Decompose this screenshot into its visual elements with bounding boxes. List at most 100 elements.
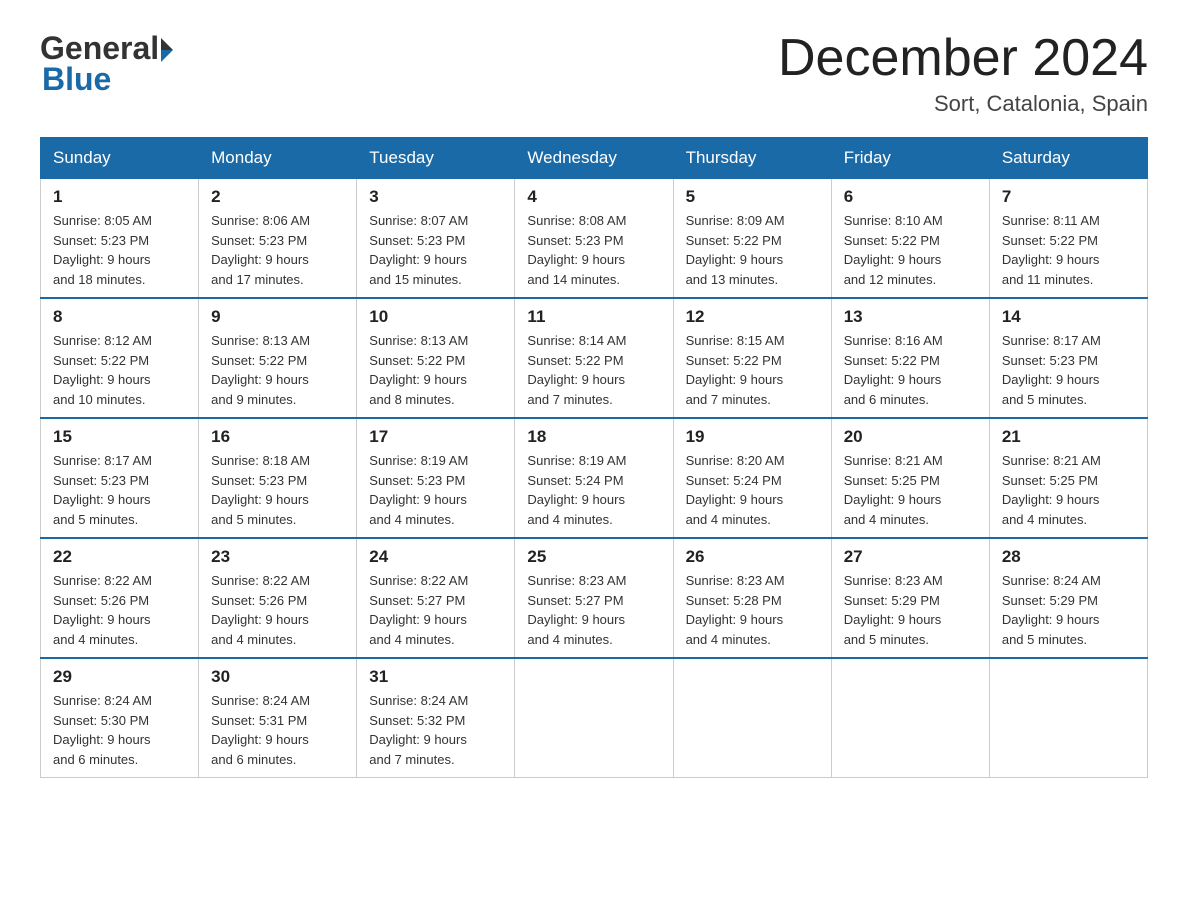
calendar-day-cell: 21 Sunrise: 8:21 AMSunset: 5:25 PMDaylig… <box>989 418 1147 538</box>
day-info: Sunrise: 8:22 AMSunset: 5:26 PMDaylight:… <box>211 573 310 647</box>
calendar-day-cell: 25 Sunrise: 8:23 AMSunset: 5:27 PMDaylig… <box>515 538 673 658</box>
day-number: 15 <box>53 427 186 447</box>
day-number: 7 <box>1002 187 1135 207</box>
day-info: Sunrise: 8:10 AMSunset: 5:22 PMDaylight:… <box>844 213 943 287</box>
day-number: 5 <box>686 187 819 207</box>
calendar-week-row: 1 Sunrise: 8:05 AMSunset: 5:23 PMDayligh… <box>41 179 1148 299</box>
calendar-day-header: Tuesday <box>357 138 515 179</box>
page-header: General Blue December 2024 Sort, Catalon… <box>40 30 1148 117</box>
day-number: 23 <box>211 547 344 567</box>
day-number: 29 <box>53 667 186 687</box>
day-number: 30 <box>211 667 344 687</box>
day-number: 20 <box>844 427 977 447</box>
calendar-day-cell: 9 Sunrise: 8:13 AMSunset: 5:22 PMDayligh… <box>199 298 357 418</box>
day-number: 4 <box>527 187 660 207</box>
day-number: 18 <box>527 427 660 447</box>
calendar-day-header: Saturday <box>989 138 1147 179</box>
day-info: Sunrise: 8:22 AMSunset: 5:27 PMDaylight:… <box>369 573 468 647</box>
calendar-table: SundayMondayTuesdayWednesdayThursdayFrid… <box>40 137 1148 778</box>
day-number: 12 <box>686 307 819 327</box>
day-info: Sunrise: 8:21 AMSunset: 5:25 PMDaylight:… <box>844 453 943 527</box>
day-number: 28 <box>1002 547 1135 567</box>
day-info: Sunrise: 8:07 AMSunset: 5:23 PMDaylight:… <box>369 213 468 287</box>
calendar-day-cell: 30 Sunrise: 8:24 AMSunset: 5:31 PMDaylig… <box>199 658 357 778</box>
day-info: Sunrise: 8:11 AMSunset: 5:22 PMDaylight:… <box>1002 213 1100 287</box>
calendar-day-header: Monday <box>199 138 357 179</box>
day-info: Sunrise: 8:24 AMSunset: 5:29 PMDaylight:… <box>1002 573 1101 647</box>
day-number: 13 <box>844 307 977 327</box>
calendar-day-cell: 2 Sunrise: 8:06 AMSunset: 5:23 PMDayligh… <box>199 179 357 299</box>
month-title: December 2024 <box>778 30 1148 87</box>
day-number: 16 <box>211 427 344 447</box>
day-info: Sunrise: 8:24 AMSunset: 5:30 PMDaylight:… <box>53 693 152 767</box>
day-info: Sunrise: 8:24 AMSunset: 5:31 PMDaylight:… <box>211 693 310 767</box>
calendar-day-cell: 24 Sunrise: 8:22 AMSunset: 5:27 PMDaylig… <box>357 538 515 658</box>
calendar-day-cell: 20 Sunrise: 8:21 AMSunset: 5:25 PMDaylig… <box>831 418 989 538</box>
day-info: Sunrise: 8:23 AMSunset: 5:29 PMDaylight:… <box>844 573 943 647</box>
calendar-day-cell: 10 Sunrise: 8:13 AMSunset: 5:22 PMDaylig… <box>357 298 515 418</box>
calendar-day-cell: 17 Sunrise: 8:19 AMSunset: 5:23 PMDaylig… <box>357 418 515 538</box>
day-info: Sunrise: 8:17 AMSunset: 5:23 PMDaylight:… <box>53 453 152 527</box>
day-number: 6 <box>844 187 977 207</box>
calendar-day-cell: 5 Sunrise: 8:09 AMSunset: 5:22 PMDayligh… <box>673 179 831 299</box>
day-info: Sunrise: 8:15 AMSunset: 5:22 PMDaylight:… <box>686 333 785 407</box>
day-number: 9 <box>211 307 344 327</box>
calendar-day-cell: 6 Sunrise: 8:10 AMSunset: 5:22 PMDayligh… <box>831 179 989 299</box>
day-info: Sunrise: 8:17 AMSunset: 5:23 PMDaylight:… <box>1002 333 1101 407</box>
calendar-day-header: Friday <box>831 138 989 179</box>
calendar-day-cell: 4 Sunrise: 8:08 AMSunset: 5:23 PMDayligh… <box>515 179 673 299</box>
day-number: 27 <box>844 547 977 567</box>
location-text: Sort, Catalonia, Spain <box>778 91 1148 117</box>
day-info: Sunrise: 8:18 AMSunset: 5:23 PMDaylight:… <box>211 453 310 527</box>
day-info: Sunrise: 8:09 AMSunset: 5:22 PMDaylight:… <box>686 213 785 287</box>
day-info: Sunrise: 8:23 AMSunset: 5:27 PMDaylight:… <box>527 573 626 647</box>
calendar-day-cell: 26 Sunrise: 8:23 AMSunset: 5:28 PMDaylig… <box>673 538 831 658</box>
calendar-day-cell: 29 Sunrise: 8:24 AMSunset: 5:30 PMDaylig… <box>41 658 199 778</box>
day-info: Sunrise: 8:20 AMSunset: 5:24 PMDaylight:… <box>686 453 785 527</box>
calendar-week-row: 15 Sunrise: 8:17 AMSunset: 5:23 PMDaylig… <box>41 418 1148 538</box>
calendar-day-cell: 12 Sunrise: 8:15 AMSunset: 5:22 PMDaylig… <box>673 298 831 418</box>
logo-blue-text: Blue <box>42 61 111 97</box>
calendar-day-cell: 22 Sunrise: 8:22 AMSunset: 5:26 PMDaylig… <box>41 538 199 658</box>
calendar-day-cell: 13 Sunrise: 8:16 AMSunset: 5:22 PMDaylig… <box>831 298 989 418</box>
calendar-day-cell: 3 Sunrise: 8:07 AMSunset: 5:23 PMDayligh… <box>357 179 515 299</box>
calendar-header-row: SundayMondayTuesdayWednesdayThursdayFrid… <box>41 138 1148 179</box>
calendar-day-cell: 7 Sunrise: 8:11 AMSunset: 5:22 PMDayligh… <box>989 179 1147 299</box>
calendar-day-cell: 14 Sunrise: 8:17 AMSunset: 5:23 PMDaylig… <box>989 298 1147 418</box>
calendar-day-cell: 18 Sunrise: 8:19 AMSunset: 5:24 PMDaylig… <box>515 418 673 538</box>
day-info: Sunrise: 8:13 AMSunset: 5:22 PMDaylight:… <box>369 333 468 407</box>
day-info: Sunrise: 8:21 AMSunset: 5:25 PMDaylight:… <box>1002 453 1101 527</box>
day-number: 3 <box>369 187 502 207</box>
day-number: 26 <box>686 547 819 567</box>
day-number: 25 <box>527 547 660 567</box>
logo: General Blue <box>40 30 173 98</box>
calendar-day-cell: 19 Sunrise: 8:20 AMSunset: 5:24 PMDaylig… <box>673 418 831 538</box>
calendar-day-cell: 8 Sunrise: 8:12 AMSunset: 5:22 PMDayligh… <box>41 298 199 418</box>
day-info: Sunrise: 8:23 AMSunset: 5:28 PMDaylight:… <box>686 573 785 647</box>
day-number: 1 <box>53 187 186 207</box>
day-number: 11 <box>527 307 660 327</box>
day-info: Sunrise: 8:13 AMSunset: 5:22 PMDaylight:… <box>211 333 310 407</box>
calendar-day-header: Thursday <box>673 138 831 179</box>
day-number: 17 <box>369 427 502 447</box>
day-info: Sunrise: 8:14 AMSunset: 5:22 PMDaylight:… <box>527 333 626 407</box>
calendar-day-cell: 31 Sunrise: 8:24 AMSunset: 5:32 PMDaylig… <box>357 658 515 778</box>
calendar-day-cell <box>831 658 989 778</box>
calendar-day-cell: 16 Sunrise: 8:18 AMSunset: 5:23 PMDaylig… <box>199 418 357 538</box>
logo-arrow-icon <box>161 38 173 62</box>
calendar-day-cell <box>515 658 673 778</box>
calendar-week-row: 29 Sunrise: 8:24 AMSunset: 5:30 PMDaylig… <box>41 658 1148 778</box>
calendar-day-cell: 27 Sunrise: 8:23 AMSunset: 5:29 PMDaylig… <box>831 538 989 658</box>
day-info: Sunrise: 8:05 AMSunset: 5:23 PMDaylight:… <box>53 213 152 287</box>
day-number: 21 <box>1002 427 1135 447</box>
day-info: Sunrise: 8:24 AMSunset: 5:32 PMDaylight:… <box>369 693 468 767</box>
day-number: 22 <box>53 547 186 567</box>
calendar-day-cell <box>673 658 831 778</box>
calendar-day-cell <box>989 658 1147 778</box>
day-info: Sunrise: 8:19 AMSunset: 5:23 PMDaylight:… <box>369 453 468 527</box>
calendar-week-row: 22 Sunrise: 8:22 AMSunset: 5:26 PMDaylig… <box>41 538 1148 658</box>
day-number: 14 <box>1002 307 1135 327</box>
calendar-day-header: Sunday <box>41 138 199 179</box>
day-info: Sunrise: 8:12 AMSunset: 5:22 PMDaylight:… <box>53 333 152 407</box>
day-number: 8 <box>53 307 186 327</box>
